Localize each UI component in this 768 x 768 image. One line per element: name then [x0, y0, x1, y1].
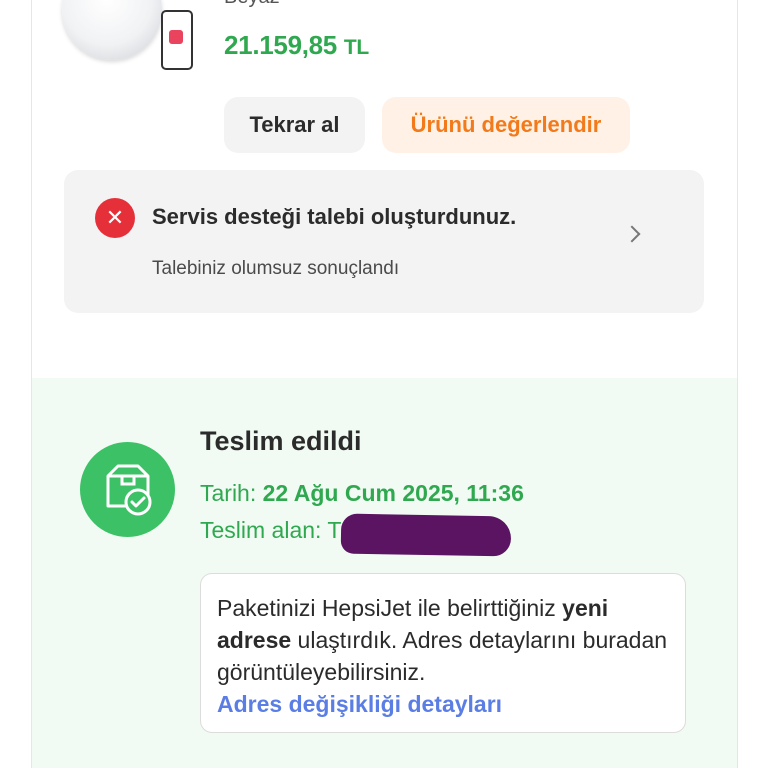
price-currency: TL	[343, 36, 369, 59]
delivery-receiver-value: T	[327, 517, 342, 543]
chevron-right-icon	[623, 225, 641, 243]
frame-border-right	[737, 0, 738, 768]
product-image[interactable]	[62, 0, 193, 70]
delivery-date-label: Tarih:	[200, 480, 257, 506]
delivery-date-value: 22 Ağu Cum 2025, 11:36	[262, 480, 524, 506]
app-icon	[169, 30, 183, 44]
info-text-part1: Paketinizi HepsiJet ile belirttiğiniz	[217, 595, 563, 621]
rate-product-button[interactable]: Ürünü değerlendir	[382, 97, 630, 153]
service-request-status: Talebiniz olumsuz sonuçlandı	[152, 258, 400, 279]
address-change-message: Paketinizi HepsiJet ile belirttiğiniz ye…	[217, 592, 669, 688]
delivery-section: Teslim edildi Tarih: 22 Ağu Cum 2025, 11…	[32, 378, 737, 768]
robot-vacuum-image	[62, 0, 162, 60]
service-request-card[interactable]: ✕ Servis desteği talebi oluşturdunuz. Ta…	[64, 170, 704, 313]
address-change-info-box: Paketinizi HepsiJet ile belirttiğiniz ye…	[200, 573, 686, 733]
product-variant: Beyaz	[224, 0, 280, 9]
service-request-title: Servis desteği talebi oluşturdunuz.	[152, 204, 517, 229]
delivery-receiver-label: Teslim alan:	[200, 517, 322, 543]
redaction-scribble	[340, 513, 512, 557]
price-amount: 21.159,85	[224, 30, 337, 60]
phone-image	[161, 10, 193, 70]
package-delivered-icon	[80, 442, 175, 537]
delivery-receiver: Teslim alan: T	[200, 517, 341, 544]
delivery-status: Teslim edildi	[200, 426, 362, 456]
address-change-details-link[interactable]: Adres değişikliği detayları	[217, 688, 669, 720]
close-icon: ✕	[95, 198, 135, 238]
delivery-date: Tarih: 22 Ağu Cum 2025, 11:36	[200, 480, 524, 507]
product-price: 21.159,85 TL	[224, 30, 369, 61]
rebuy-button[interactable]: Tekrar al	[224, 97, 365, 153]
box-check-icon	[106, 464, 152, 516]
